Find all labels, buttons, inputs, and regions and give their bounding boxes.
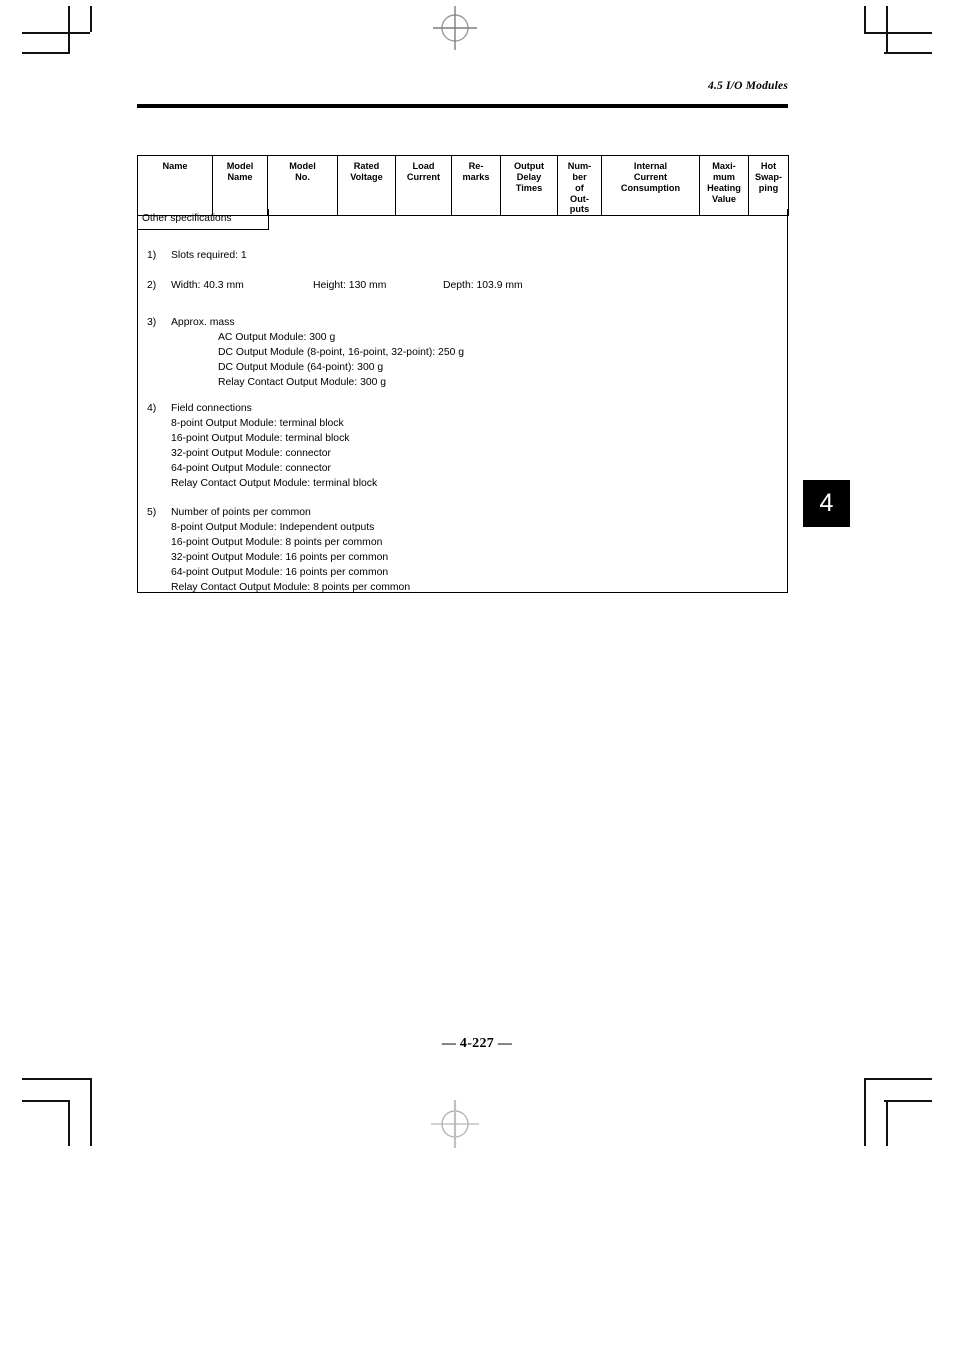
page-number: — 4-227 — (441, 1036, 513, 1051)
spec-item-4-line-5: Relay Contact Output Module: terminal bl… (171, 478, 378, 489)
spec-item-2-depth: Depth: 103.9 mm (443, 280, 523, 291)
spec-item-3-line-2: DC Output Module (8-point, 16-point, 32-… (218, 347, 465, 358)
spec-item-2-number: 2) (147, 280, 157, 291)
spec-item-3-number: 3) (147, 317, 157, 328)
header-rule (137, 104, 788, 108)
spec-item-4-line-1: 8-point Output Module: terminal block (171, 418, 344, 429)
crop-mark-bottom-right (854, 1078, 932, 1146)
spec-item-4-heading: Field connections (171, 403, 252, 414)
spec-item-4-line-4: 64-point Output Module: connector (171, 463, 331, 474)
table-header-row: Name Model Name Model No. Rated Voltage Loa… (137, 154, 789, 217)
column-header-model-name: Model Name (212, 154, 268, 217)
column-header-hot-swapping: Hot Swap-ping (748, 154, 789, 217)
spec-item-3-line-1: AC Output Module: 300 g (218, 332, 336, 343)
chapter-tab: 4 (803, 480, 850, 527)
column-header-remarks: Re-marks (451, 154, 501, 217)
other-specifications-label: Other specifications (138, 209, 269, 230)
spec-item-3-line-3: DC Output Module (64-point): 300 g (218, 362, 384, 373)
spec-item-2-width: Width: 40.3 mm (171, 280, 244, 291)
column-header-name: Name (137, 154, 213, 217)
spec-item-4-number: 4) (147, 403, 157, 414)
crop-mark-bottom-left (22, 1078, 100, 1146)
column-header-output-delay-times: Output Delay Times (500, 154, 558, 217)
spec-item-1-number: 1) (147, 250, 157, 261)
registration-mark-icon (427, 1096, 483, 1152)
column-header-max-heating-value: Maxi-mum Heating Value (699, 154, 749, 217)
other-specifications-box: Other specifications 1) Slots required: … (137, 209, 788, 593)
spec-item-3-line-4: Relay Contact Output Module: 300 g (218, 377, 387, 388)
column-header-number-of-outputs: Num-ber of Out-puts (557, 154, 602, 217)
column-header-rated-voltage: Rated Voltage (337, 154, 396, 217)
column-header-load-current: Load Current (395, 154, 452, 217)
spec-item-5-number: 5) (147, 507, 157, 518)
column-header-model-no: Model No. (267, 154, 338, 217)
registration-mark-icon (427, 0, 483, 56)
spec-item-5-line-2: 16-point Output Module: 8 points per com… (171, 537, 383, 548)
specification-table: Name Model Name Model No. Rated Voltage Loa… (137, 154, 789, 217)
spec-item-2-height: Height: 130 mm (313, 280, 387, 291)
spec-item-4-line-2: 16-point Output Module: terminal block (171, 433, 350, 444)
spec-item-3-heading: Approx. mass (171, 317, 235, 328)
spec-item-5-line-3: 32-point Output Module: 16 points per co… (171, 552, 389, 563)
spec-item-5-line-4: 64-point Output Module: 16 points per co… (171, 567, 389, 578)
spec-item-5-heading: Number of points per common (171, 507, 311, 518)
spec-item-5-line-1: 8-point Output Module: Independent outpu… (171, 522, 375, 533)
running-head: 4.5 I/O Modules (708, 80, 788, 92)
crop-mark-top-left (22, 6, 100, 74)
spec-item-4-line-3: 32-point Output Module: connector (171, 448, 331, 459)
spec-item-5-line-5: Relay Contact Output Module: 8 points pe… (171, 582, 411, 593)
crop-mark-top-right (854, 6, 932, 74)
spec-item-1-heading: Slots required: 1 (171, 250, 247, 261)
column-header-internal-current: Internal Current Consumption (601, 154, 700, 217)
